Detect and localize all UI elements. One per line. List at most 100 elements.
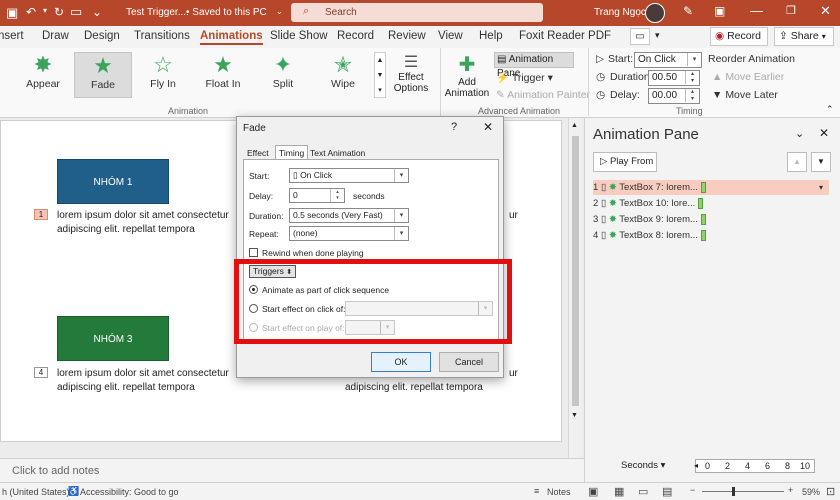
scroll-down-icon[interactable]: ▼ bbox=[571, 412, 578, 419]
scroll-up-icon[interactable]: ▲ bbox=[571, 122, 578, 129]
move-down-button[interactable]: ▼ bbox=[811, 152, 831, 172]
trigger-button[interactable]: ⚡ Trigger ▾ bbox=[496, 71, 553, 84]
animation-item-3[interactable]: 3 ▯ ✸ TextBox 9: lorem... bbox=[593, 212, 829, 227]
record-button[interactable]: ◉ Record bbox=[710, 27, 768, 46]
cancel-button[interactable]: Cancel bbox=[439, 352, 499, 372]
undo-icon[interactable]: ↶ bbox=[26, 5, 36, 19]
effect-appear[interactable]: ✸ Appear bbox=[14, 52, 72, 98]
collapse-ribbon-icon[interactable]: ⌃ bbox=[826, 104, 834, 115]
tab-draw[interactable]: Draw bbox=[42, 30, 69, 42]
comments-dropdown-icon[interactable]: ▾ bbox=[655, 28, 669, 45]
move-later-button[interactable]: ▼ Move Later bbox=[712, 89, 778, 101]
group-box-1[interactable]: NHÓM 1 bbox=[57, 159, 169, 204]
customize-qat-icon[interactable]: ⌄ bbox=[92, 5, 102, 19]
reading-view-icon[interactable]: ▭ bbox=[638, 485, 648, 498]
slide-scrollbar[interactable]: ▲ ▼ bbox=[568, 118, 582, 458]
ideas-icon[interactable]: ✎ bbox=[683, 4, 693, 18]
avatar[interactable] bbox=[645, 3, 665, 23]
tab-text-animation[interactable]: Text Animation bbox=[310, 148, 365, 158]
notes-area[interactable]: Click to add notes bbox=[0, 458, 584, 482]
group-box-3[interactable]: NHÓM 3 bbox=[57, 316, 169, 361]
dialog-help-button[interactable]: ? bbox=[451, 121, 457, 133]
animation-item-1[interactable]: 1 ▯ ✸ TextBox 7: lorem... ▾ bbox=[593, 180, 829, 195]
fit-slide-icon[interactable]: ⊡ bbox=[826, 485, 835, 498]
item-dropdown-icon[interactable]: ▾ bbox=[819, 180, 823, 195]
zoom-slider-thumb[interactable] bbox=[732, 487, 735, 496]
ok-button[interactable]: OK bbox=[371, 352, 431, 372]
effect-fly-in[interactable]: ☆ Fly In bbox=[134, 52, 192, 98]
dialog-start-select[interactable]: ▯ On Click ▾ bbox=[289, 168, 409, 183]
rewind-checkbox[interactable] bbox=[249, 248, 258, 257]
timeline-bar bbox=[700, 229, 706, 241]
animation-item-2[interactable]: 2 ▯ ✸ TextBox 10: lore... bbox=[593, 196, 829, 211]
language-status[interactable]: h (United States) bbox=[2, 487, 70, 497]
ribbon-display-icon[interactable]: ▣ bbox=[714, 4, 725, 18]
slideshow-view-icon[interactable]: ▤ bbox=[662, 485, 672, 498]
tab-timing[interactable]: Timing bbox=[275, 145, 309, 159]
tab-record[interactable]: Record bbox=[337, 30, 374, 42]
tab-slide-show[interactable]: Slide Show bbox=[270, 30, 328, 42]
tab-effect[interactable]: Effect bbox=[247, 148, 269, 158]
move-earlier-button[interactable]: ▲ Move Earlier bbox=[712, 71, 784, 83]
animation-item-4[interactable]: 4 ▯ ✸ TextBox 8: lorem... bbox=[593, 228, 829, 243]
gallery-scroll[interactable]: ▲ ▼ ▾ bbox=[374, 52, 386, 98]
accessibility-status[interactable]: Accessibility: Good to go bbox=[80, 487, 179, 497]
present-icon[interactable]: ▭ bbox=[70, 4, 82, 20]
tab-animations[interactable]: Animations bbox=[200, 30, 263, 45]
undo-dropdown-icon[interactable]: ▾ bbox=[43, 6, 47, 15]
effect-split[interactable]: ✦ Split bbox=[254, 52, 312, 98]
save-icon[interactable]: ▣ bbox=[6, 5, 18, 21]
move-up-button[interactable]: ▲ bbox=[787, 152, 807, 172]
pane-options-icon[interactable]: ⌄ bbox=[795, 127, 804, 140]
zoom-slider[interactable] bbox=[702, 491, 784, 492]
tab-foxit[interactable]: Foxit Reader PDF bbox=[519, 30, 611, 42]
animation-pane-button[interactable]: ▤ Animation Pane bbox=[494, 52, 574, 79]
animation-painter-button[interactable]: ✎ Animation Painter bbox=[496, 89, 590, 101]
zoom-out-icon[interactable]: − bbox=[690, 485, 695, 495]
textbox-8[interactable]: lorem ipsum dolor sit amet consectetur ad… bbox=[57, 367, 237, 395]
effect-wipe[interactable]: ✭ Wipe bbox=[314, 52, 372, 98]
tab-help[interactable]: Help bbox=[479, 30, 503, 42]
zoom-level[interactable]: 59% bbox=[802, 487, 820, 497]
zoom-in-icon[interactable]: + bbox=[788, 485, 793, 495]
maximize-icon[interactable]: ❐ bbox=[786, 4, 796, 17]
add-animation-button[interactable]: ✚ Add Animation bbox=[444, 52, 490, 99]
user-name[interactable]: Trang Ngọc bbox=[594, 7, 646, 18]
delay-input[interactable]: 00.00 ▴ ▾ bbox=[648, 88, 700, 104]
duration-value: 0.5 seconds (Very Fast) bbox=[293, 210, 383, 220]
tab-transitions[interactable]: Transitions bbox=[134, 30, 190, 42]
close-icon[interactable]: ✕ bbox=[820, 3, 831, 19]
normal-view-icon[interactable]: ▣ bbox=[588, 485, 598, 498]
start-select[interactable]: On Click ▾ bbox=[634, 52, 702, 68]
dialog-duration-select[interactable]: 0.5 seconds (Very Fast) ▾ bbox=[289, 208, 409, 223]
textbox-9-fragment-1[interactable]: ur bbox=[509, 367, 518, 381]
tab-design[interactable]: Design bbox=[84, 30, 120, 42]
tab-insert[interactable]: nsert bbox=[0, 30, 24, 42]
textbox-9-fragment-2[interactable]: adipiscing elit. repellat tempora bbox=[345, 381, 483, 395]
delay-icon: ◷ bbox=[596, 89, 606, 101]
notes-button[interactable]: Notes bbox=[547, 487, 571, 497]
tab-review[interactable]: Review bbox=[388, 30, 426, 42]
dialog-close-icon[interactable]: ✕ bbox=[483, 120, 493, 134]
duration-input[interactable]: 00.50 ▴ ▾ bbox=[648, 70, 700, 86]
textbox-10-fragment[interactable]: ur bbox=[509, 209, 518, 223]
mouse-icon: ▯ bbox=[293, 170, 298, 180]
seconds-menu[interactable]: Seconds ▾ bbox=[621, 460, 665, 471]
tab-view[interactable]: View bbox=[438, 30, 463, 42]
search-box[interactable]: ⌕ Search bbox=[291, 3, 543, 22]
share-button[interactable]: ⇪ Share ▾ bbox=[774, 27, 834, 46]
redo-icon[interactable]: ↻ bbox=[54, 5, 64, 19]
textbox-7[interactable]: lorem ipsum dolor sit amet consectetur ad… bbox=[57, 209, 237, 237]
effect-options-button[interactable]: ☰ Effect Options bbox=[392, 52, 430, 94]
dialog-delay-input[interactable]: 0 ▴ ▾ bbox=[289, 188, 345, 203]
slide-sorter-icon[interactable]: ▦ bbox=[614, 485, 624, 498]
comments-icon[interactable]: ▭ bbox=[630, 28, 650, 45]
effect-float-in[interactable]: ★ Float In bbox=[194, 52, 252, 98]
effect-fade[interactable]: ★ Fade bbox=[74, 52, 132, 98]
dialog-repeat-select[interactable]: (none) ▾ bbox=[289, 226, 409, 241]
minimize-icon[interactable]: — bbox=[750, 3, 763, 18]
pane-close-icon[interactable]: ✕ bbox=[819, 126, 829, 140]
play-from-button[interactable]: ▷ Play From bbox=[593, 152, 657, 172]
title-dropdown-icon[interactable]: ⌄ bbox=[276, 7, 283, 16]
scroll-thumb[interactable] bbox=[572, 136, 579, 406]
